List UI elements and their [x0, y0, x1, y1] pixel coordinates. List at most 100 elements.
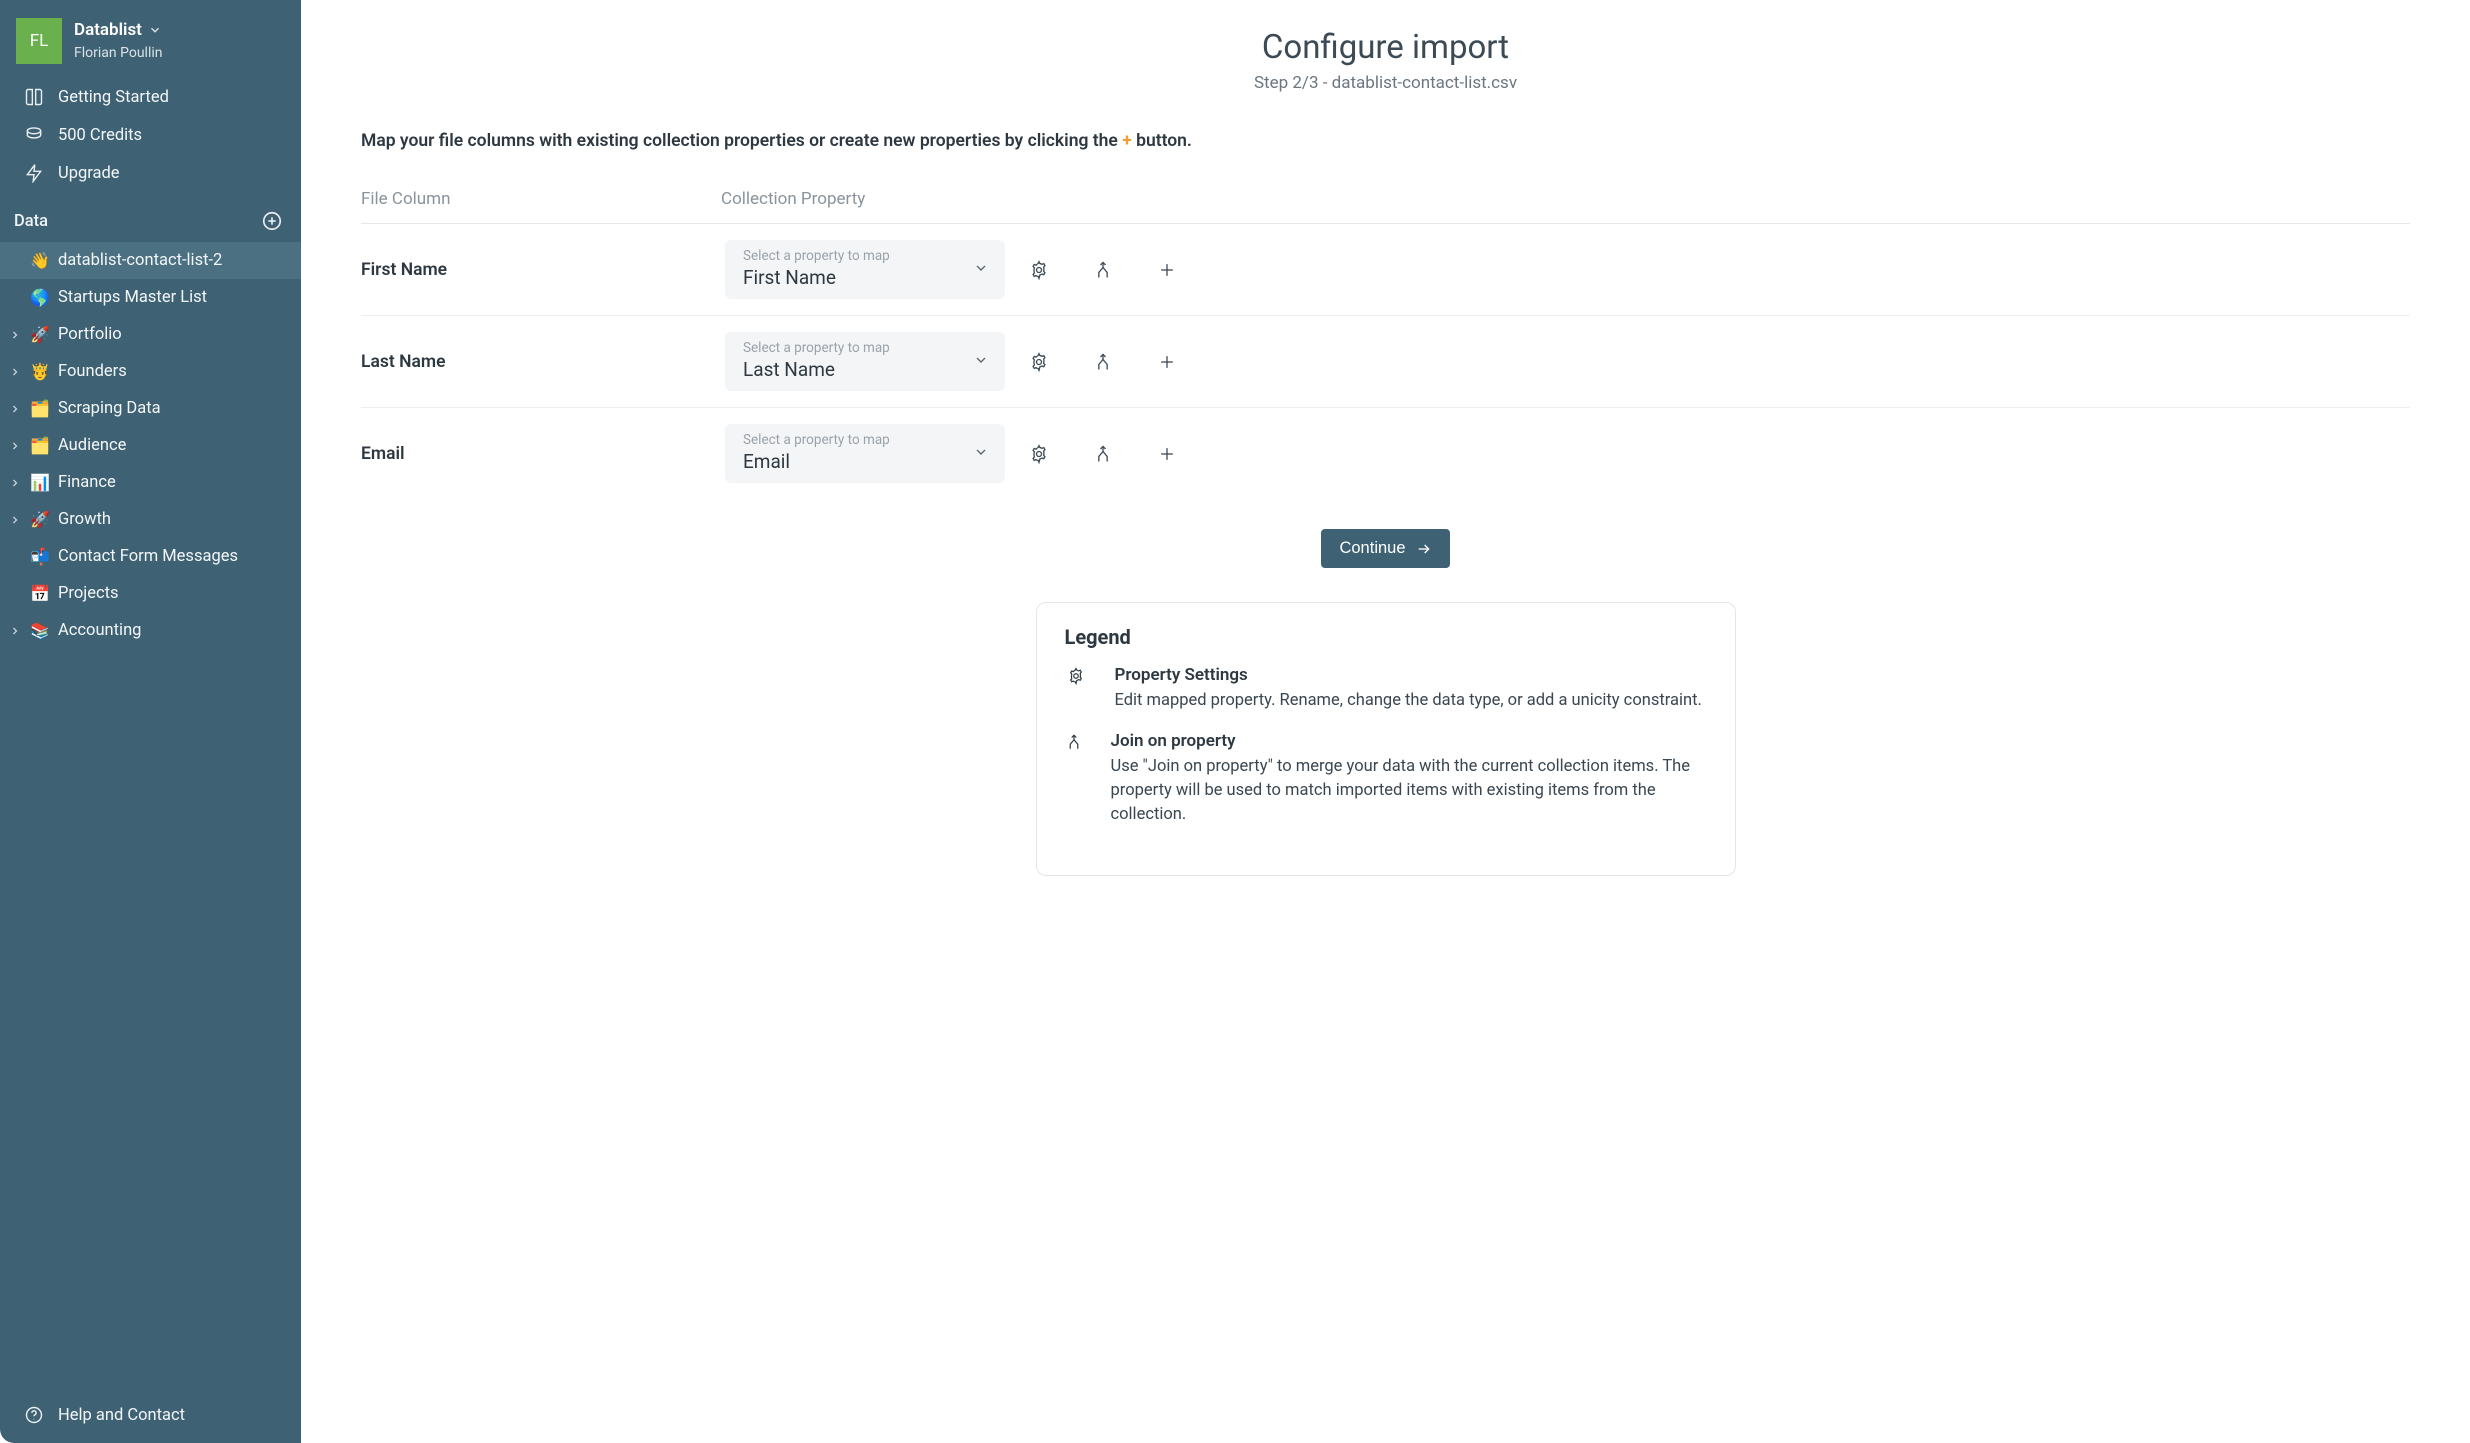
sidebar-collection-item[interactable]: 📚 Accounting — [0, 612, 301, 649]
continue-button[interactable]: Continue — [1321, 529, 1449, 568]
property-select[interactable]: Select a property to map First Name — [725, 240, 1005, 299]
legend-item-title: Property Settings — [1115, 665, 1702, 685]
collection-emoji-icon: 📬 — [30, 547, 50, 566]
sidebar-collection-item[interactable]: 🚀 Portfolio — [0, 316, 301, 353]
chevron-right-icon[interactable] — [8, 477, 22, 489]
select-value: First Name — [743, 266, 991, 289]
header-file-column: File Column — [361, 189, 721, 209]
workspace-switcher[interactable]: FL Datablist Florian Poullin — [0, 14, 301, 78]
collection-emoji-icon: 📊 — [30, 473, 50, 492]
select-value: Last Name — [743, 358, 991, 381]
mapping-table-header: File Column Collection Property — [361, 189, 2410, 224]
chevron-right-icon[interactable] — [8, 625, 22, 637]
data-section-label: Data — [14, 212, 48, 231]
select-hint: Select a property to map — [743, 340, 991, 356]
collection-label: Projects — [58, 584, 119, 603]
page-title: Configure import — [361, 28, 2410, 67]
property-select[interactable]: Select a property to map Last Name — [725, 332, 1005, 391]
bolt-icon — [24, 163, 44, 183]
collection-label: Founders — [58, 362, 127, 381]
property-settings-button[interactable] — [1009, 444, 1069, 464]
collection-label: Audience — [58, 436, 126, 455]
select-hint: Select a property to map — [743, 248, 991, 264]
collection-label: Portfolio — [58, 325, 122, 344]
nav-label: 500 Credits — [58, 126, 142, 145]
workspace-name: Datablist — [74, 20, 142, 41]
nav-label: Getting Started — [58, 88, 169, 107]
continue-label: Continue — [1339, 539, 1405, 558]
main-content: Configure import Step 2/3 - datablist-co… — [301, 0, 2470, 1443]
property-settings-button[interactable] — [1009, 352, 1069, 372]
select-value: Email — [743, 450, 991, 473]
collection-emoji-icon: 👋 — [30, 251, 50, 270]
sidebar-collection-item[interactable]: 📬 Contact Form Messages — [0, 538, 301, 575]
join-on-property-button[interactable] — [1073, 444, 1133, 464]
file-column-name: First Name — [361, 260, 721, 280]
header-collection-property: Collection Property — [721, 189, 2410, 209]
instruction-text: Map your file columns with existing coll… — [361, 131, 2410, 151]
legend-title: Legend — [1065, 625, 1707, 649]
arrow-right-icon — [1416, 541, 1432, 557]
collection-emoji-icon: 🚀 — [30, 510, 50, 529]
add-property-button[interactable] — [1137, 444, 1197, 464]
file-column-name: Last Name — [361, 352, 721, 372]
collection-label: Contact Form Messages — [58, 547, 238, 566]
mapping-row: Last Name Select a property to map Last Na… — [361, 316, 2410, 408]
sidebar-collection-item[interactable]: 🤴 Founders — [0, 353, 301, 390]
property-settings-button[interactable] — [1009, 260, 1069, 280]
legend-item-desc: Use "Join on property" to merge your dat… — [1111, 755, 1707, 827]
join-on-property-button[interactable] — [1073, 260, 1133, 280]
chevron-down-icon — [148, 23, 162, 37]
sidebar-collection-item[interactable]: 📊 Finance — [0, 464, 301, 501]
add-collection-icon[interactable] — [261, 210, 283, 232]
chevron-right-icon[interactable] — [8, 366, 22, 378]
mapping-row: Email Select a property to map Email — [361, 408, 2410, 499]
select-hint: Select a property to map — [743, 432, 991, 448]
file-column-name: Email — [361, 444, 721, 464]
sidebar-collection-item[interactable]: 🌎Startups Master List — [0, 279, 301, 316]
legend-row-join: Join on property Use "Join on property" … — [1065, 731, 1707, 827]
legend-panel: Legend Property Settings Edit mapped pro… — [1036, 602, 1736, 876]
sidebar-collection-item[interactable]: 🚀 Growth — [0, 501, 301, 538]
instruction-post: button. — [1132, 131, 1192, 151]
collection-label: datablist-contact-list-2 — [58, 251, 222, 270]
collection-emoji-icon: 🗂️ — [30, 436, 50, 455]
collections-tree: 👋 datablist-contact-list-2 🌎Startups Maste… — [0, 242, 301, 649]
chevron-down-icon — [973, 352, 989, 372]
sidebar-collection-item[interactable]: 👋 datablist-contact-list-2 — [0, 242, 301, 279]
legend-item-title: Join on property — [1111, 731, 1707, 751]
collection-label: Finance — [58, 473, 116, 492]
chevron-right-icon[interactable] — [8, 329, 22, 341]
legend-row-settings: Property Settings Edit mapped property. … — [1065, 665, 1707, 713]
nav-credits[interactable]: 500 Credits — [0, 116, 301, 154]
nav-label: Upgrade — [58, 164, 120, 183]
mapping-table: File Column Collection Property First Na… — [361, 189, 2410, 499]
collection-label: Accounting — [58, 621, 141, 640]
collection-emoji-icon: 🤴 — [30, 362, 50, 381]
collection-emoji-icon: 📚 — [30, 621, 50, 640]
collection-label: Growth — [58, 510, 111, 529]
collection-emoji-icon: 📅 — [30, 584, 50, 603]
add-property-button[interactable] — [1137, 352, 1197, 372]
sidebar-collection-item[interactable]: 🗂️ Audience — [0, 427, 301, 464]
collection-label: Startups Master List — [58, 288, 207, 307]
add-property-button[interactable] — [1137, 260, 1197, 280]
chevron-right-icon[interactable] — [8, 403, 22, 415]
sidebar-collection-item[interactable]: 📅 Projects — [0, 575, 301, 612]
join-on-property-button[interactable] — [1073, 352, 1133, 372]
sidebar-collection-item[interactable]: 🗂️ Scraping Data — [0, 390, 301, 427]
collection-label: Scraping Data — [58, 399, 161, 418]
data-section-header: Data — [0, 192, 301, 242]
nav-label: Help and Contact — [58, 1406, 185, 1425]
chevron-right-icon[interactable] — [8, 440, 22, 452]
property-select[interactable]: Select a property to map Email — [725, 424, 1005, 483]
nav-help[interactable]: Help and Contact — [0, 1396, 301, 1443]
sidebar: FL Datablist Florian Poullin Getting Sta… — [0, 0, 301, 1443]
collection-emoji-icon: 🗂️ — [30, 399, 50, 418]
coins-icon — [24, 125, 44, 145]
chevron-right-icon[interactable] — [8, 514, 22, 526]
nav-upgrade[interactable]: Upgrade — [0, 154, 301, 192]
nav-getting-started[interactable]: Getting Started — [0, 78, 301, 116]
mapping-row: First Name Select a property to map First … — [361, 224, 2410, 316]
collection-emoji-icon: 🚀 — [30, 325, 50, 344]
